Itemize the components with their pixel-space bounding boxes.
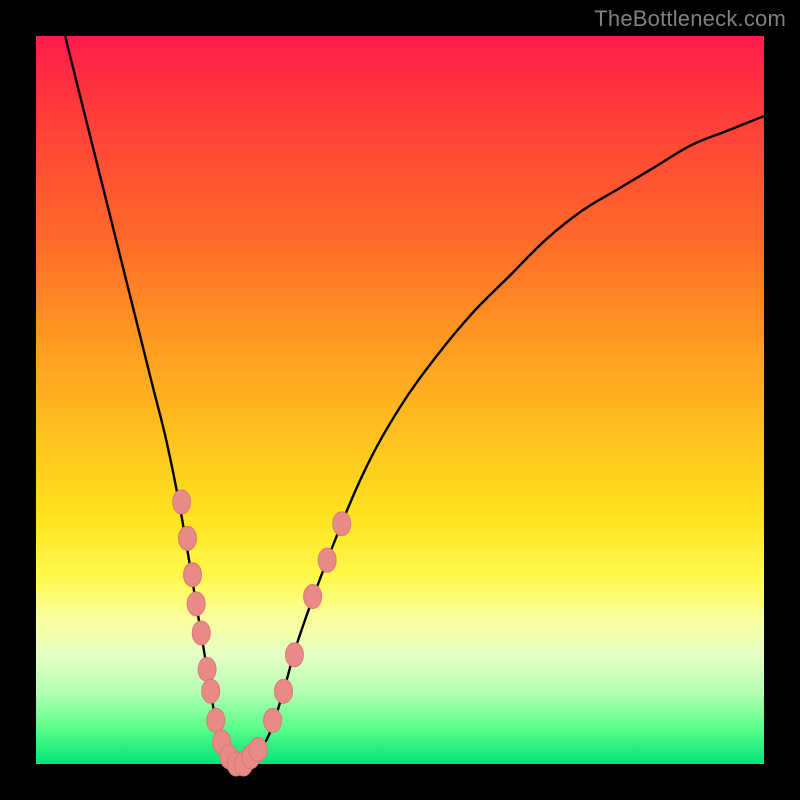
curve-marker: [187, 592, 205, 616]
curve-marker: [184, 563, 202, 587]
curve-marker: [207, 708, 225, 732]
chart-frame: TheBottleneck.com: [0, 0, 800, 800]
curve-marker: [304, 585, 322, 609]
curve-marker: [285, 643, 303, 667]
curve-markers: [173, 490, 351, 776]
curve-svg: [36, 36, 764, 764]
curve-marker: [178, 526, 196, 550]
bottleneck-curve: [65, 36, 764, 765]
curve-marker: [192, 621, 210, 645]
curve-marker: [249, 737, 267, 761]
plot-area: [36, 36, 764, 764]
curve-marker: [264, 708, 282, 732]
curve-marker: [202, 679, 220, 703]
curve-marker: [333, 512, 351, 536]
watermark-text: TheBottleneck.com: [594, 6, 786, 32]
curve-marker: [198, 657, 216, 681]
curve-marker: [318, 548, 336, 572]
curve-marker: [275, 679, 293, 703]
curve-marker: [173, 490, 191, 514]
